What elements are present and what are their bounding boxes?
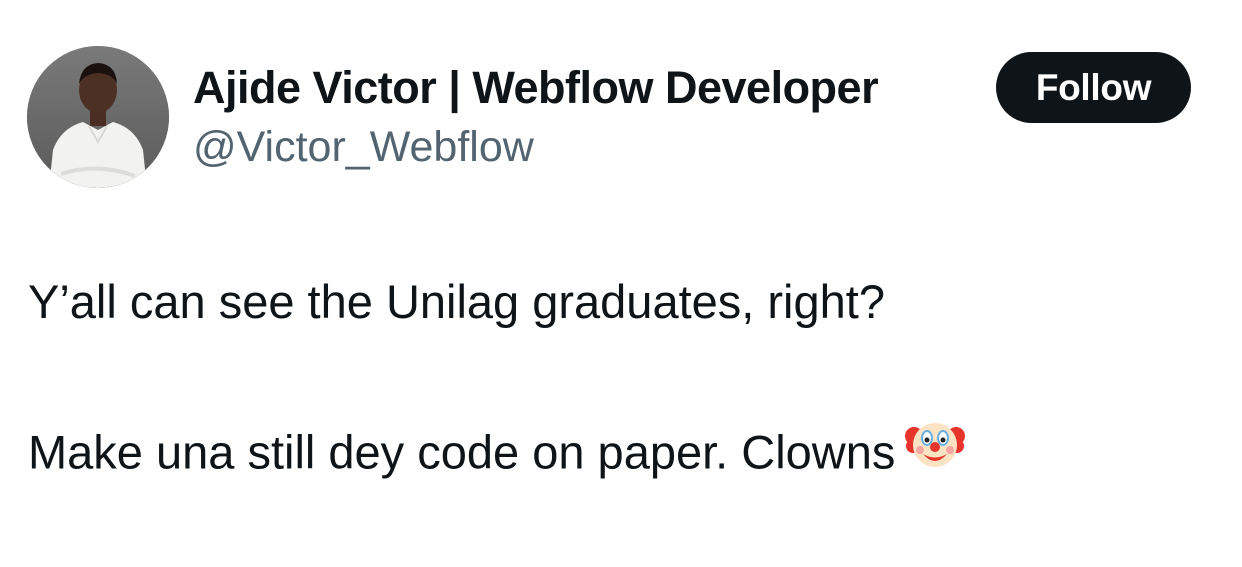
author-handle[interactable]: @Victor_Webflow — [193, 122, 534, 172]
author-display-name[interactable]: Ajide Victor | Webflow Developer — [193, 62, 879, 114]
tweet-text-line-2: Make una still dey code on paper. Clowns — [28, 420, 966, 492]
profile-photo-icon — [27, 46, 169, 188]
avatar[interactable] — [27, 46, 169, 188]
follow-button[interactable]: Follow — [996, 52, 1191, 123]
tweet-text-line-1: Y’all can see the Unilag graduates, righ… — [28, 275, 885, 328]
clown-face-icon — [905, 414, 966, 486]
tweet-text-line-2-label: Make una still dey code on paper. Clowns — [28, 425, 896, 479]
tweet-card: Ajide Victor | Webflow Developer @Victor… — [0, 0, 1242, 567]
